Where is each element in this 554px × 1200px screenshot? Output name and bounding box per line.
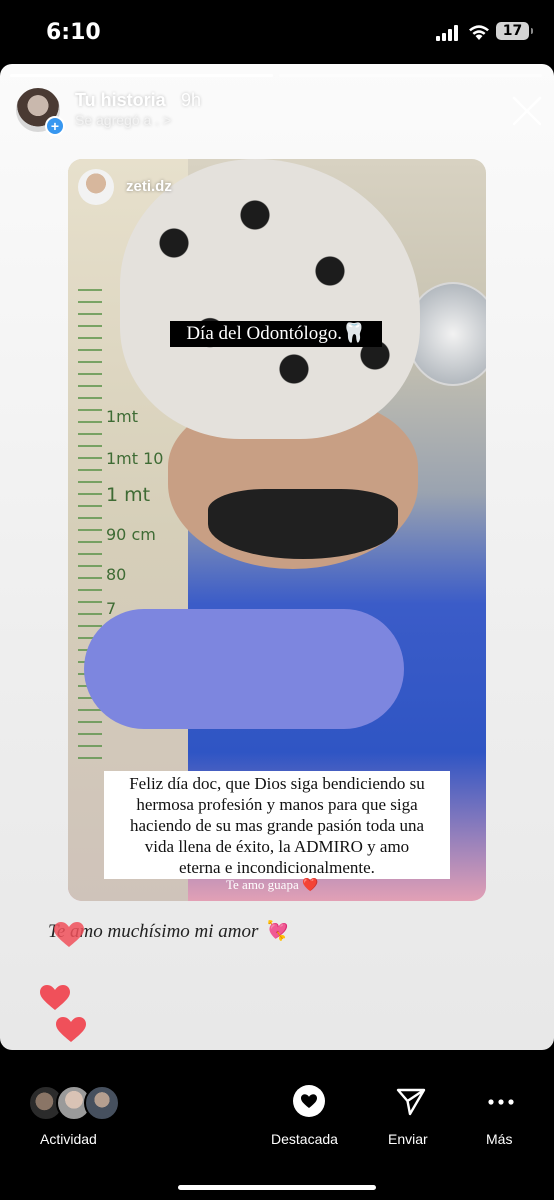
message-line: hermosa profesión y manos para que siga <box>136 795 418 814</box>
highlight-button[interactable] <box>293 1085 325 1117</box>
heart-icon <box>56 1017 86 1042</box>
status-time: 6:10 <box>46 20 101 45</box>
story-owner[interactable]: Tu historia <box>75 90 166 111</box>
post-author-avatar[interactable] <box>78 169 114 205</box>
story-progress-2 <box>279 74 542 77</box>
home-indicator[interactable] <box>178 1185 376 1190</box>
add-story-plus-icon[interactable]: + <box>45 116 65 136</box>
minnie-mouse-cap <box>120 159 420 439</box>
viewer-avatars[interactable] <box>28 1085 128 1121</box>
status-bar: 6:10 17 <box>0 0 554 64</box>
story-bottom-bar: Actividad Destacada Enviar Más <box>0 1050 554 1200</box>
story-progress-1 <box>10 74 273 77</box>
story-card[interactable]: + Tu historia 9h Se agregó a . > 1mt 1mt… <box>0 64 554 1050</box>
ruler-label: 80 <box>106 565 127 584</box>
battery-indicator: 17 <box>496 22 533 40</box>
message-line: Feliz día doc, que Dios siga bendiciendo… <box>129 774 425 793</box>
blue-glove <box>84 609 404 729</box>
signal-icon <box>436 25 458 41</box>
shared-post-photo[interactable]: 1mt 1mt 10 1 mt 90 cm 80 7 zeti.dz Día d… <box>68 159 486 901</box>
more-icon[interactable] <box>488 1099 514 1105</box>
viewer-avatar <box>84 1085 120 1121</box>
close-icon[interactable] <box>511 95 543 127</box>
message-line: haciendo de su mas grande pasión toda un… <box>129 816 425 835</box>
more-label[interactable]: Más <box>486 1131 512 1147</box>
send-icon[interactable] <box>396 1088 426 1116</box>
dedication-message: Feliz día doc, que Dios siga bendiciendo… <box>104 771 450 879</box>
story-progress-1-fill <box>10 74 273 77</box>
heart-icon <box>40 985 70 1010</box>
ruler-label: 90 cm <box>106 525 156 544</box>
highlight-label[interactable]: Destacada <box>271 1131 338 1147</box>
story-subtitle[interactable]: Se agregó a . > <box>75 112 171 128</box>
story-time: 9h <box>181 90 202 110</box>
activity-label[interactable]: Actividad <box>40 1131 97 1147</box>
wifi-icon <box>469 25 489 40</box>
ruler-label: 1mt 10 <box>106 449 164 468</box>
message-line: vida llena de éxito, la ADMIRO y amo <box>144 837 410 856</box>
heart-icon <box>54 922 84 947</box>
post-title: Día del Odontólogo.🦷 <box>170 321 382 347</box>
ruler-label: 1 mt <box>106 484 151 506</box>
heart-icon <box>301 1094 317 1108</box>
love-note: Te amo guapa ❤️ <box>226 877 319 892</box>
send-label[interactable]: Enviar <box>388 1131 428 1147</box>
ruler-label: 1mt <box>106 407 139 426</box>
message-line: eterna e incondicionalmente. <box>179 858 375 877</box>
post-username[interactable]: zeti.dz <box>126 178 172 195</box>
face-mask <box>208 489 398 559</box>
